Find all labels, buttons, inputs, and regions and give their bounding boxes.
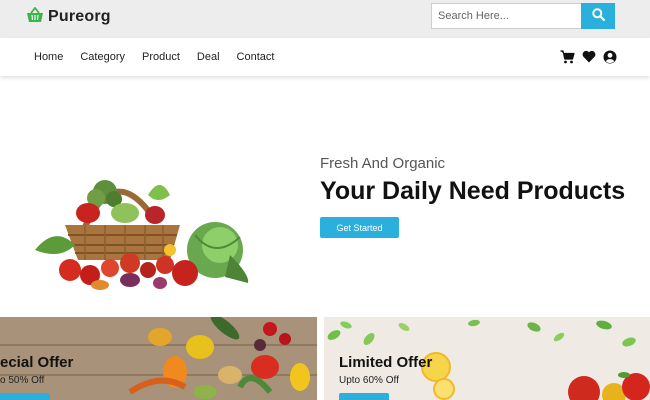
- nav-link-product[interactable]: Product: [142, 51, 180, 63]
- search-bar: [431, 3, 615, 29]
- hero-vegetable-basket-image: [30, 165, 260, 295]
- heart-icon[interactable]: [581, 49, 596, 64]
- nav-links: Home Category Product Deal Contact: [34, 38, 274, 76]
- special-offer-title: ecial Offer: [0, 354, 74, 371]
- nav-bar: Home Category Product Deal Contact: [0, 38, 650, 76]
- hero-title: Your Daily Need Products: [320, 177, 626, 205]
- nav-link-deal[interactable]: Deal: [197, 51, 220, 63]
- cart-icon[interactable]: [560, 49, 575, 64]
- search-button[interactable]: [581, 3, 615, 29]
- hero-subtitle: Fresh And Organic: [320, 155, 446, 172]
- limited-offer-button[interactable]: [339, 393, 389, 400]
- special-offer-subtitle: o 50% Off: [0, 375, 45, 386]
- special-offer-banner[interactable]: ecial Offer o 50% Off: [0, 317, 317, 400]
- limited-offer-title: Limited Offer: [339, 354, 433, 371]
- logo[interactable]: Pureorg: [26, 6, 111, 28]
- top-bar: Pureorg: [0, 0, 650, 38]
- nav-link-home[interactable]: Home: [34, 51, 63, 63]
- search-icon: [591, 8, 605, 24]
- brand-name: Pureorg: [48, 8, 111, 25]
- basket-icon: [26, 6, 44, 28]
- get-started-button[interactable]: Get Started: [320, 217, 399, 238]
- special-offer-button[interactable]: [0, 393, 50, 400]
- nav-icons: [560, 49, 617, 64]
- limited-offer-subtitle: Upto 60% Off: [339, 375, 399, 386]
- limited-offer-banner[interactable]: Limited Offer Upto 60% Off: [324, 317, 650, 400]
- search-input[interactable]: [431, 3, 581, 29]
- nav-link-contact[interactable]: Contact: [237, 51, 275, 63]
- user-icon[interactable]: [602, 49, 617, 64]
- nav-link-category[interactable]: Category: [80, 51, 125, 63]
